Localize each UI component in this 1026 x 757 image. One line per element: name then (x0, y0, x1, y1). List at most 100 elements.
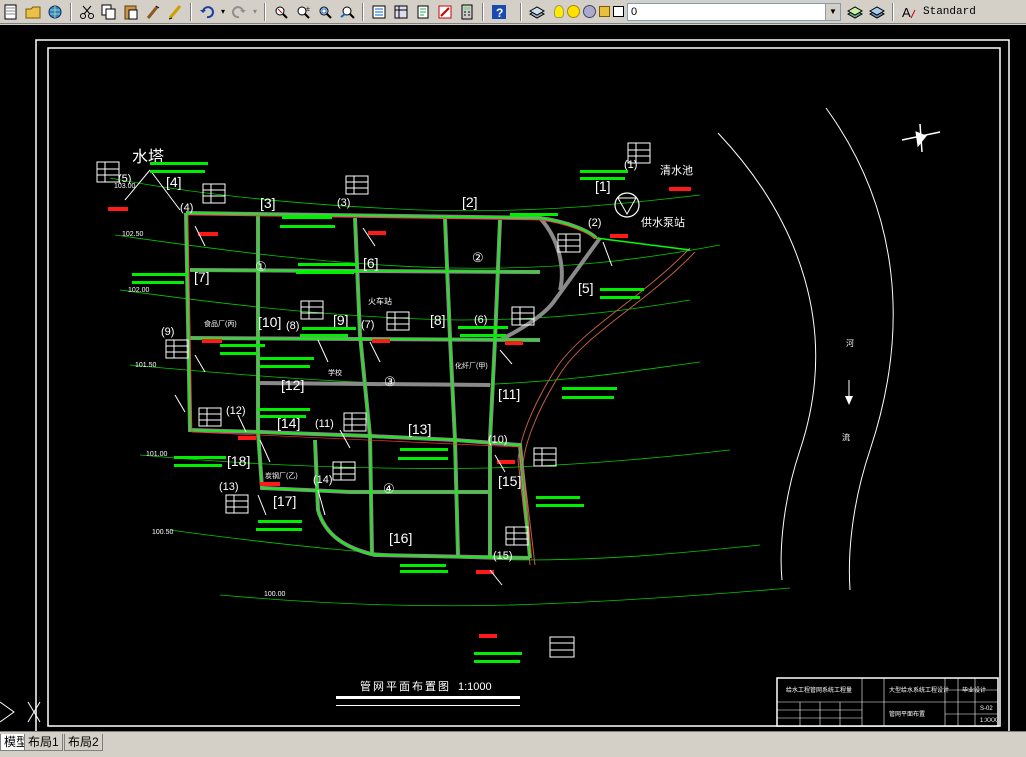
block-label: [7] (194, 269, 210, 285)
contour-label: 100.50 (152, 529, 174, 536)
block-label: [11] (498, 386, 520, 402)
block-label: [4] (166, 174, 182, 190)
sheet-outer-border (35, 39, 1010, 731)
ucs-icon (0, 701, 41, 723)
sun-icon[interactable] (567, 5, 580, 18)
title-block: 给水工程管网系统工程量 大型给水系统工程设计 毕业设计 管网平面布置 S-02 … (776, 677, 999, 727)
node-label: (11) (315, 418, 334, 430)
markup-icon[interactable] (435, 2, 455, 22)
properties-icon[interactable] (369, 2, 389, 22)
node-label: (6) (474, 314, 487, 326)
help-icon[interactable]: ? (489, 2, 509, 22)
zone-label: ③ (384, 374, 396, 389)
tab-layout1[interactable]: 布局1 (24, 734, 63, 751)
tab-layout2[interactable]: 布局2 (64, 734, 103, 751)
text-style-value: Standard (923, 5, 976, 18)
pan-icon[interactable] (271, 2, 291, 22)
node-label: (5) (118, 173, 131, 185)
node-label: (15) (493, 550, 513, 562)
block-label: [5] (578, 280, 594, 296)
block-label: [12] (281, 377, 304, 393)
layer-state-icons (554, 0, 627, 24)
separator (892, 2, 894, 21)
node-label: (14) (313, 474, 333, 486)
block-label: [1] (595, 178, 611, 194)
title-underline-thin (336, 705, 520, 706)
zoom-realtime-icon[interactable]: ± (293, 2, 313, 22)
school-label: 学校 (328, 368, 342, 377)
railway-lines (517, 237, 696, 566)
redo-icon[interactable] (229, 2, 249, 22)
color-swatch-icon[interactable] (613, 6, 624, 17)
block-label: [13] (408, 421, 431, 437)
node-label: (9) (161, 326, 174, 338)
separator (362, 2, 364, 21)
chem-factory-label: 化纤厂(甲) (455, 361, 488, 370)
title-block-design: 大型给水系统工程设计 (889, 686, 949, 694)
svg-text:±: ± (306, 6, 310, 13)
viewport-sun-icon[interactable] (583, 5, 596, 18)
node-label: (12) (226, 405, 246, 417)
title-block-scale: 1:XXX (980, 718, 997, 724)
block-label: [17] (273, 493, 296, 509)
zoom-group: ± (270, 0, 358, 24)
node-label: (2) (588, 217, 601, 229)
contour-label: 102.50 (122, 231, 144, 238)
text-style-dropdown[interactable]: Standard (920, 3, 990, 21)
design-center-icon[interactable] (391, 2, 411, 22)
node-data-tables (96, 142, 651, 658)
title-underline-thick (336, 696, 520, 699)
match-prop-icon[interactable] (165, 2, 185, 22)
make-current-layer-icon[interactable] (845, 2, 865, 22)
text-style-icon[interactable]: A (899, 2, 919, 22)
drawing-canvas[interactable]: 水塔 清水池 供水泵站 火车站 食品厂(丙) 学校 化纤厂(甲) 炭钢厂(乙) … (0, 25, 1026, 731)
node-label: (3) (337, 197, 350, 209)
undo-icon[interactable] (197, 2, 217, 22)
layer-previous-icon[interactable] (867, 2, 887, 22)
undo-dropdown-icon[interactable]: ▾ (219, 2, 227, 22)
zoom-window-icon[interactable] (315, 2, 335, 22)
lock-icon[interactable] (599, 6, 610, 17)
new-file-icon[interactable] (1, 2, 21, 22)
calculator-icon[interactable] (457, 2, 477, 22)
contour-lines (109, 177, 791, 607)
separator (264, 2, 266, 21)
plan-title: 管网平面布置图 (360, 679, 451, 693)
cut-icon[interactable] (77, 2, 97, 22)
title-block-stage: 毕业设计 (962, 686, 986, 694)
standard-toolbar: ▾ ▾ ± ? 0 ▼ A Standard (0, 0, 1026, 24)
brush-icon[interactable] (143, 2, 163, 22)
zone-label: ② (472, 250, 484, 265)
block-label: [15] (498, 473, 521, 489)
block-label: [2] (462, 194, 478, 210)
globe-icon[interactable] (45, 2, 65, 22)
title-block-sheet: S-02 (980, 706, 993, 712)
edit-group (76, 0, 186, 24)
pipe-annotation-bars (132, 162, 644, 663)
flow-arrow-head (845, 396, 853, 405)
block-label: [8] (430, 312, 446, 328)
paste-icon[interactable] (121, 2, 141, 22)
layer-manager-icon[interactable] (527, 2, 547, 22)
pump-triangle (617, 197, 637, 216)
contour-label: 101.00 (146, 451, 168, 458)
food-factory-label: 食品厂(丙) (204, 319, 237, 328)
layer-dropdown[interactable]: 0 ▼ (627, 2, 841, 21)
zoom-previous-icon[interactable] (337, 2, 357, 22)
tool-palette-icon[interactable] (413, 2, 433, 22)
layout-tab-bar: 模型 布局1 布局2 (0, 731, 1026, 757)
flow-label: 流 (842, 432, 850, 442)
redo-dropdown-icon[interactable]: ▾ (251, 2, 259, 22)
lightbulb-icon[interactable] (554, 5, 564, 18)
copy-icon[interactable] (99, 2, 119, 22)
node-label: (4) (180, 202, 193, 214)
open-file-icon[interactable] (23, 2, 43, 22)
north-arrow-icon (901, 123, 941, 153)
node-label: (7) (361, 319, 374, 331)
file-group (0, 0, 66, 24)
svg-text:A: A (902, 5, 911, 20)
clear-water-label: 清水池 (660, 164, 693, 177)
chevron-down-icon[interactable]: ▼ (825, 3, 840, 20)
separator (190, 2, 192, 21)
contour-label: 102.00 (128, 287, 150, 294)
